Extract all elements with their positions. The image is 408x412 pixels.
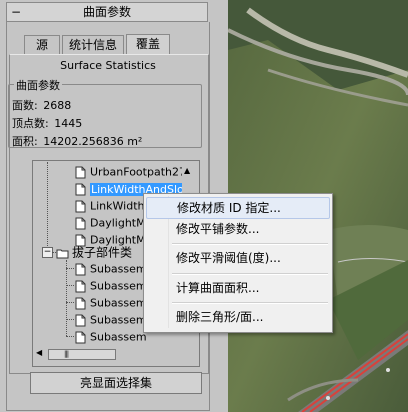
tree-connector (66, 319, 74, 320)
tree-connector (66, 302, 74, 303)
tab-statistics[interactable]: 统计信息 (62, 35, 124, 54)
tree-item-label: DaylightM (90, 216, 146, 230)
tree-item-label: Subassem (90, 313, 147, 327)
area-value: 14202.256836 m² (43, 135, 143, 148)
folder-icon (56, 249, 69, 258)
tree-item-label: Subassem (90, 330, 147, 344)
tree-item[interactable]: Subassem (74, 260, 147, 277)
verts-stat: 顶点数: 1445 (12, 115, 82, 131)
highlight-face-selection-button[interactable]: 亮显面选择集 (30, 372, 202, 394)
document-icon (75, 200, 86, 212)
document-icon (75, 314, 86, 326)
tree-connector (66, 260, 67, 336)
area-stat: 面积: 14202.256836 m² (12, 133, 142, 149)
context-menu: 修改材质 ID 指定... 修改平铺参数... 修改平滑阈值(度)... 计算曲… (143, 193, 333, 333)
tab-source[interactable]: 源 (24, 35, 60, 54)
tree-horizontal-scrollbar[interactable]: ◀ ||| (34, 347, 196, 361)
menu-separator (172, 243, 328, 245)
document-icon (75, 331, 86, 343)
faces-value: 2688 (43, 99, 72, 112)
rollout-title: 曲面参数 (82, 5, 131, 19)
tree-item[interactable]: Subassem (74, 328, 147, 345)
rollout-header[interactable]: − 曲面参数 (6, 2, 208, 22)
menu-item-label: 删除三角形/面... (176, 310, 264, 324)
menu-item-compute-area[interactable]: 计算曲面面积... (146, 278, 328, 298)
menu-separator (172, 273, 328, 275)
menu-item-label: 计算曲面面积... (176, 281, 260, 295)
menu-item-edit-material-id[interactable]: 修改材质 ID 指定... (146, 197, 330, 219)
tree-item-label: Subassem (90, 262, 147, 276)
tree-item[interactable]: UrbanFootpath27 (74, 163, 186, 180)
document-icon (75, 263, 86, 275)
faces-stat: 面数: 2688 (12, 97, 71, 113)
tree-item[interactable]: Subassem (74, 311, 147, 328)
tree-connector (66, 285, 74, 286)
document-icon (75, 297, 86, 309)
area-label: 面积: (12, 135, 38, 148)
scroll-thumb[interactable] (48, 349, 116, 360)
tab-override[interactable]: 覆盖 (126, 34, 170, 54)
menu-item-label: 修改平滑阈值(度)... (176, 251, 281, 265)
verts-value: 1445 (54, 117, 83, 130)
tree-connector (66, 268, 74, 269)
tree-item-label: LinkWidth (90, 199, 145, 213)
faces-label: 面数: (12, 99, 38, 112)
tree-folder[interactable]: 拔子部件类 (56, 244, 132, 261)
tree-item[interactable]: Subassem (74, 277, 147, 294)
scroll-up-icon[interactable]: ▲ (184, 166, 190, 175)
menu-separator (172, 302, 328, 304)
menu-item-edit-tiling[interactable]: 修改平铺参数... (146, 219, 328, 239)
tree-item[interactable]: Subassem (74, 294, 147, 311)
stats-title: Surface Statistics (60, 59, 156, 72)
group-label: 曲面参数 (14, 77, 62, 93)
tree-folder-label: 拔子部件类 (72, 245, 133, 260)
document-icon (75, 217, 86, 229)
tree-item-label: Subassem (90, 296, 147, 310)
tree-item-label: Subassem (90, 279, 147, 293)
menu-item-label: 修改材质 ID 指定... (177, 201, 281, 215)
document-icon (75, 166, 86, 178)
document-icon (75, 183, 86, 195)
menu-item-delete-faces[interactable]: 删除三角形/面... (146, 307, 328, 327)
tree-item-label: UrbanFootpath27 (90, 165, 186, 179)
scroll-left-icon[interactable]: ◀ (36, 348, 42, 357)
verts-label: 顶点数: (12, 117, 49, 130)
tree-item[interactable]: DaylightM (74, 214, 146, 231)
rollout-toggle[interactable]: − (11, 3, 21, 21)
menu-item-edit-smoothing[interactable]: 修改平滑阈值(度)... (146, 248, 328, 268)
scroll-grip-icon: ||| (64, 350, 69, 358)
document-icon (75, 280, 86, 292)
tree-item[interactable]: LinkWidth (74, 197, 144, 214)
tree-connector (47, 162, 48, 256)
tree-connector (66, 336, 74, 337)
menu-item-label: 修改平铺参数... (176, 222, 260, 236)
